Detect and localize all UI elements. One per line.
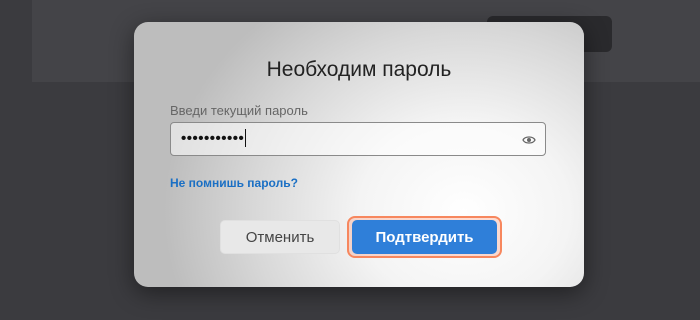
forgot-password-link[interactable]: Не помнишь пароль? [170, 176, 298, 190]
password-dialog: Необходим пароль Введи текущий пароль ••… [134, 22, 584, 287]
text-caret [245, 129, 247, 147]
eye-icon[interactable] [522, 133, 536, 147]
password-value: ••••••••••• [181, 129, 247, 147]
password-field-label: Введи текущий пароль [170, 103, 308, 118]
dialog-title: Необходим пароль [266, 58, 452, 81]
cancel-button[interactable]: Отменить [220, 220, 340, 254]
confirm-button[interactable]: Подтвердить [352, 220, 497, 254]
password-input[interactable]: ••••••••••• [170, 122, 546, 156]
